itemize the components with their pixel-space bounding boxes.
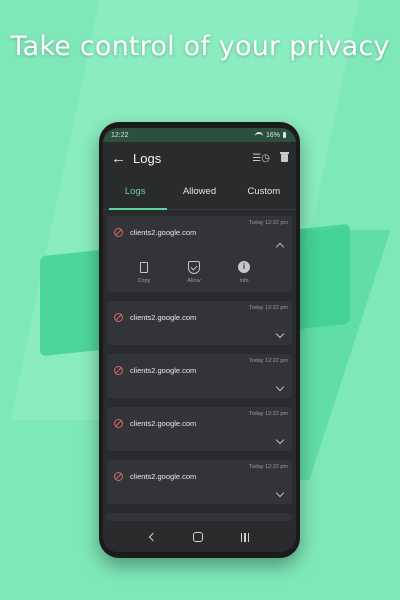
log-item[interactable]: Today 12:22 pm clients2.google.com — [107, 407, 292, 451]
block-icon — [114, 472, 123, 481]
status-right: 16% — [254, 131, 286, 139]
log-row: clients2.google.com — [114, 472, 196, 481]
tab-indicator — [109, 208, 167, 210]
block-icon — [114, 419, 123, 428]
nav-back-icon[interactable] — [148, 532, 158, 542]
log-time: Today 12:22 pm — [248, 411, 288, 417]
block-icon — [114, 313, 123, 322]
chevron-down-icon[interactable] — [275, 435, 285, 445]
phone-frame: 12:22 16% ← Logs ☰◷ Logs Allowed Custom … — [99, 122, 300, 558]
copy-button[interactable]: Copy — [129, 260, 159, 284]
log-row: clients2.google.com — [114, 366, 196, 375]
block-icon — [114, 228, 123, 237]
log-time: Today 12:22 pm — [248, 220, 288, 226]
log-domain: clients2.google.com — [130, 313, 197, 322]
battery-icon — [283, 132, 286, 138]
log-domain: clients2.google.com — [130, 366, 197, 375]
log-item[interactable]: Today 12:22 pm clients2.google.com Copy … — [107, 216, 292, 292]
nav-recents-icon[interactable] — [241, 532, 250, 542]
status-time: 12:22 — [111, 131, 129, 139]
log-item-partial — [107, 513, 292, 521]
arrow-left-icon[interactable]: ← — [111, 150, 133, 167]
log-domain: clients2.google.com — [130, 472, 197, 481]
log-item[interactable]: Today 12:22 pm clients2.google.com — [107, 354, 292, 398]
allow-button[interactable]: Allow — [179, 260, 209, 284]
block-icon — [114, 366, 123, 375]
toolbar: ← Logs ☰◷ — [103, 142, 296, 174]
chevron-up-icon[interactable] — [275, 242, 285, 252]
chevron-down-icon[interactable] — [275, 329, 285, 339]
system-nav-bar — [103, 522, 296, 552]
copy-icon — [140, 261, 148, 273]
chevron-down-icon[interactable] — [275, 488, 285, 498]
log-row: clients2.google.com — [114, 313, 196, 322]
allow-label: Allow — [187, 278, 201, 284]
log-domain: clients2.google.com — [130, 228, 197, 237]
filter-clock-icon[interactable]: ☰◷ — [252, 153, 270, 164]
log-time: Today 12:22 pm — [248, 358, 288, 364]
log-list: Today 12:22 pm clients2.google.com Copy … — [103, 210, 296, 521]
page-title: Logs — [133, 150, 162, 166]
log-time: Today 12:22 pm — [248, 464, 288, 470]
log-actions: Copy Allow i Info — [129, 260, 259, 284]
log-item[interactable]: Today 12:22 pm clients2.google.com — [107, 301, 292, 345]
nav-home-icon[interactable] — [193, 532, 204, 542]
log-item[interactable]: Today 12:22 pm clients2.google.com — [107, 460, 292, 504]
tab-logs[interactable]: Logs — [103, 186, 167, 197]
log-time: Today 12:22 pm — [248, 305, 288, 311]
app-screen: 12:22 16% ← Logs ☰◷ Logs Allowed Custom … — [103, 128, 296, 552]
battery-level: 16% — [265, 131, 280, 139]
status-bar: 12:22 16% — [103, 128, 296, 142]
tab-allowed[interactable]: Allowed — [167, 186, 231, 197]
info-icon: i — [238, 261, 250, 273]
tab-custom[interactable]: Custom — [232, 186, 296, 197]
tab-bar: Logs Allowed Custom — [103, 174, 296, 210]
info-label: Info — [239, 278, 249, 284]
copy-label: Copy — [137, 278, 151, 284]
trash-icon[interactable] — [280, 152, 289, 162]
log-row: clients2.google.com — [114, 228, 196, 237]
log-domain: clients2.google.com — [130, 419, 197, 428]
log-row: clients2.google.com — [114, 419, 196, 428]
wifi-icon — [254, 132, 263, 138]
info-button[interactable]: i Info — [229, 260, 259, 284]
chevron-down-icon[interactable] — [275, 382, 285, 392]
headline: Take control of your privacy — [10, 31, 390, 62]
shield-check-icon — [188, 260, 200, 274]
